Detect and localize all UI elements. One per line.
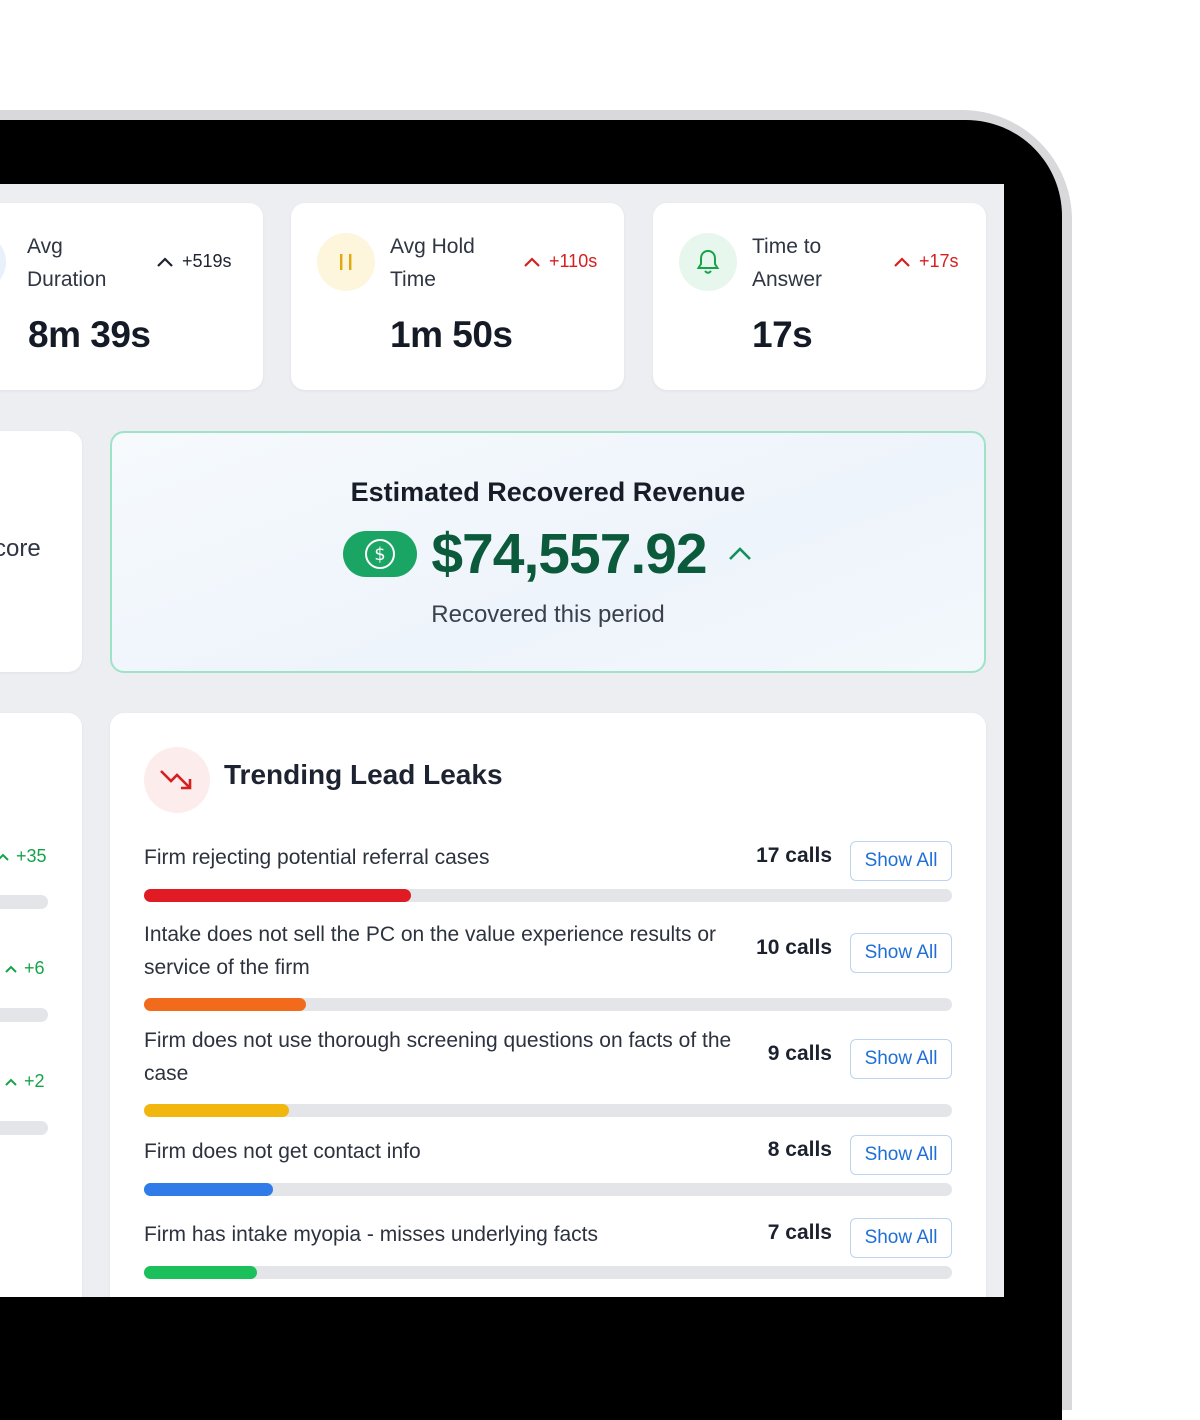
clock-icon: [0, 233, 6, 291]
leak-description: Firm does not get contact info: [144, 1140, 421, 1163]
score-card[interactable]: core: [0, 431, 82, 672]
chevron-up-icon: [5, 965, 17, 973]
leak-call-count: 17 calls: [756, 844, 832, 867]
leak-progress-track: [144, 1104, 952, 1117]
leak-progress-track: [144, 998, 952, 1011]
list-item-delta: +2: [4, 1071, 45, 1092]
leak-call-count: 7 calls: [767, 1221, 832, 1244]
revenue-subtitle: Recovered this period: [431, 601, 665, 628]
score-card-label: core: [0, 535, 41, 562]
stat-card-time-to-answer[interactable]: Time to Answer +17s 17s: [653, 203, 986, 390]
left-list-card: +35 +6 +2: [0, 713, 82, 1297]
chevron-up-icon: [5, 1078, 17, 1086]
leak-progress-track: [144, 889, 952, 902]
list-item-delta: +35: [0, 846, 47, 867]
stat-card-avg-hold-time[interactable]: Avg Hold Time +110s 1m 50s: [291, 203, 624, 390]
dollar-icon: $: [343, 531, 418, 577]
stat-delta: +17s: [893, 251, 959, 272]
list-item-bar: [0, 895, 48, 909]
chevron-up-icon: [0, 853, 9, 861]
leak-description: Firm has intake myopia - misses underlyi…: [144, 1223, 598, 1246]
leak-description: Intake does not sell the PC on the value…: [144, 923, 717, 979]
revenue-title: Estimated Recovered Revenue: [350, 477, 746, 507]
leak-progress-track: [144, 1266, 952, 1279]
show-all-button[interactable]: Show All: [850, 933, 952, 973]
revenue-amount: $74,557.92: [431, 522, 707, 586]
trending-down-icon: [144, 747, 210, 813]
stat-label: Avg Hold Time: [390, 235, 475, 291]
leak-description: Firm rejecting potential referral cases: [144, 846, 490, 869]
svg-text:$: $: [375, 544, 386, 565]
leak-call-count: 10 calls: [756, 936, 832, 959]
revenue-card[interactable]: Estimated Recovered Revenue $ $74,557.92…: [110, 431, 986, 673]
revenue-amount-row: $ $74,557.92: [112, 521, 984, 587]
stat-label: Avg Duration: [27, 235, 107, 291]
show-all-button[interactable]: Show All: [850, 1039, 952, 1079]
leak-progress-fill: [144, 1183, 274, 1196]
stat-delta: +519s: [156, 251, 232, 272]
leak-call-count: 9 calls: [767, 1042, 832, 1065]
leak-progress-track: [144, 1183, 952, 1196]
stat-value: 8m 39s: [28, 314, 151, 355]
show-all-button[interactable]: Show All: [850, 1135, 952, 1175]
dashboard-screen: Avg Duration +519s 8m 39s Avg Hold Time +1…: [0, 184, 1004, 1297]
list-item-bar: [0, 1008, 48, 1022]
pause-icon: [317, 233, 375, 291]
lead-leaks-card: Trending Lead Leaks Firm rejecting poten…: [110, 713, 986, 1297]
stat-label: Time to Answer: [752, 235, 823, 291]
leak-progress-fill: [144, 1104, 290, 1117]
stat-card-avg-duration[interactable]: Avg Duration +519s 8m 39s: [0, 203, 263, 390]
leak-call-count: 8 calls: [767, 1138, 832, 1161]
stat-delta: +110s: [523, 251, 597, 272]
leak-description: Firm does not use thorough screening que…: [144, 1029, 732, 1085]
chevron-up-icon: [157, 256, 173, 267]
lead-leaks-title: Trending Lead Leaks: [224, 759, 503, 790]
list-item-bar: [0, 1121, 48, 1135]
stat-value: 17s: [752, 314, 813, 355]
show-all-button[interactable]: Show All: [850, 1218, 952, 1258]
chevron-up-icon: [728, 547, 751, 560]
leak-progress-fill: [144, 998, 306, 1011]
show-all-button[interactable]: Show All: [850, 841, 952, 881]
leak-progress-fill: [144, 889, 411, 902]
chevron-up-icon: [894, 256, 910, 267]
list-item-delta: +6: [4, 958, 45, 979]
chevron-up-icon: [524, 256, 540, 267]
bell-icon: [679, 233, 737, 291]
leak-progress-fill: [144, 1266, 258, 1279]
stat-value: 1m 50s: [390, 314, 513, 355]
